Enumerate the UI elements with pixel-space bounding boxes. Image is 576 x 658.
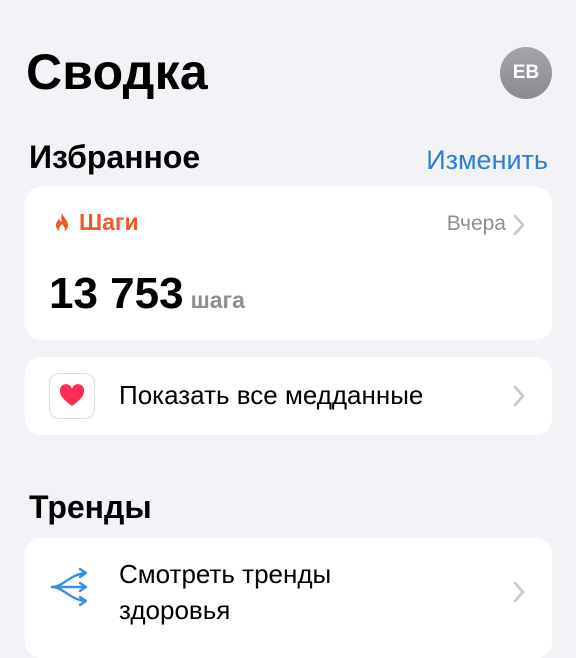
steps-label: Шаги — [79, 209, 139, 235]
view-trends-label-line2: здоровья — [119, 595, 231, 625]
show-all-health-data-label: Показать все медданные — [119, 380, 424, 410]
chevron-right-icon — [513, 385, 525, 407]
chevron-right-icon — [513, 581, 525, 603]
view-health-trends-button[interactable]: Смотреть тренды здоровья — [25, 538, 552, 658]
steps-card[interactable]: Шаги Вчера 13 753 шага — [25, 187, 552, 340]
steps-unit: шага — [190, 287, 245, 313]
heart-icon — [59, 384, 85, 406]
steps-count: 13 753 — [49, 269, 184, 318]
steps-date: Вчера — [446, 212, 506, 235]
chevron-right-icon — [513, 214, 525, 236]
steps-value: 13 753 шага — [49, 269, 245, 319]
trends-arrows-icon — [50, 567, 88, 607]
flame-icon — [56, 212, 68, 232]
view-trends-label-line1: Смотреть тренды — [119, 559, 332, 589]
profile-avatar-button[interactable]: EB — [500, 47, 552, 99]
favorites-section-title: Избранное — [29, 139, 201, 175]
edit-favorites-link[interactable]: Изменить — [426, 143, 548, 177]
trends-section-title: Тренды — [29, 489, 152, 525]
show-all-health-data-button[interactable]: Показать все медданные — [25, 357, 552, 435]
health-app-icon — [49, 373, 95, 419]
page-title: Сводка — [26, 44, 208, 100]
steps-card-header: Шаги — [53, 209, 139, 236]
